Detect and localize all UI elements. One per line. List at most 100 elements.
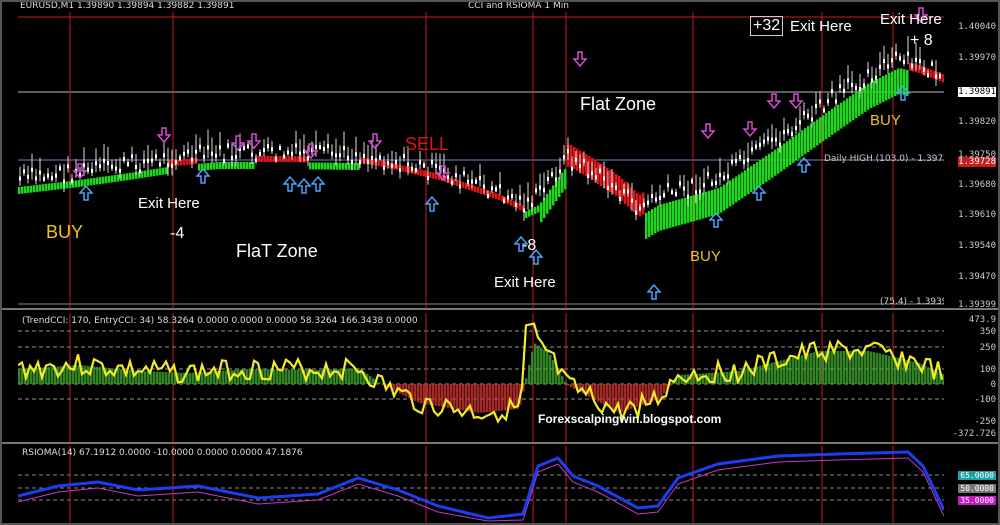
- price-axis[interactable]: 1.40040 1.39970 1.39891 1.39820 1.39750 …: [944, 0, 1000, 310]
- candle-body: [375, 158, 377, 163]
- candle-body: [499, 184, 501, 189]
- ma-bar: [735, 176, 738, 203]
- buy-label-2: BUY: [690, 248, 721, 265]
- ma-bar: [432, 172, 435, 179]
- cci-histogram-bar: [18, 369, 21, 384]
- candle-body: [611, 183, 613, 188]
- ma-bar: [720, 186, 723, 213]
- ma-bar: [21, 186, 24, 194]
- candle-body: [915, 57, 917, 62]
- cci-panel[interactable]: (TrendCCI: 170, EntryCCI: 34) 58.3264 0.…: [18, 313, 944, 442]
- candle-body: [27, 174, 29, 179]
- ma-bar: [453, 179, 456, 185]
- ma-bar: [873, 80, 876, 107]
- ma-bar: [546, 193, 549, 214]
- candle-body: [835, 99, 837, 104]
- ma-bar: [669, 201, 672, 228]
- cci-histogram-bar: [552, 360, 555, 384]
- candle-body: [639, 206, 641, 211]
- ma-bar: [810, 123, 813, 150]
- candle-body: [563, 155, 565, 160]
- price-chart-panel[interactable]: EURUSD,M1 1.39890 1.39894 1.39882 1.3989…: [18, 0, 944, 308]
- candle-body: [655, 197, 657, 202]
- ma-bar: [492, 192, 495, 198]
- ma-bar: [285, 156, 288, 163]
- candle-body: [539, 185, 541, 190]
- candle-body: [471, 179, 473, 184]
- candle-body: [775, 137, 777, 142]
- cci-histogram-bar: [789, 358, 792, 384]
- ma-bar: [267, 156, 270, 162]
- rsioma-panel[interactable]: RSIOMA(14) 67.1912 0.0000 -10.0000 0.000…: [18, 446, 944, 525]
- ma-bar: [930, 69, 933, 78]
- cci-histogram-bar: [768, 363, 771, 384]
- ma-bar: [495, 193, 498, 199]
- candle-body: [319, 145, 321, 150]
- candle-body: [107, 161, 109, 166]
- candle-body: [383, 165, 385, 170]
- candle-body: [551, 172, 553, 177]
- ma-bar: [147, 170, 150, 178]
- cci-histogram-bar: [486, 384, 489, 413]
- candle-body: [523, 208, 525, 213]
- cci-histogram-bar: [837, 351, 840, 384]
- ma-bar: [759, 159, 762, 186]
- cci-axis[interactable]: 473.9 350 250 100 0 -100 -250 -372.726: [944, 313, 1000, 442]
- ma-bar: [417, 169, 420, 176]
- exit-label-2: Exit Here: [494, 274, 556, 291]
- candle-body: [679, 181, 681, 186]
- ma-bar: [111, 175, 114, 183]
- ma-bar: [123, 173, 126, 181]
- candle-body: [163, 153, 165, 158]
- ma-bar: [57, 182, 60, 190]
- ma-bar: [402, 165, 405, 172]
- ma-bar: [312, 162, 315, 170]
- current-price-tag: 1.39891: [958, 87, 996, 97]
- ma-bar: [108, 175, 111, 183]
- ma-bar: [756, 162, 759, 189]
- ma-bar: [807, 125, 810, 152]
- ma-bar: [732, 178, 735, 205]
- cci-histogram-bar: [609, 384, 612, 409]
- panel-separator[interactable]: [0, 308, 1000, 310]
- ma-bar: [795, 134, 798, 161]
- candle-body: [859, 86, 861, 91]
- ma-bar: [474, 186, 477, 192]
- candle-body: [387, 161, 389, 166]
- exit-label-1: Exit Here: [138, 195, 200, 212]
- ma-bar: [102, 176, 105, 184]
- rsioma-axis[interactable]: 65.0000 50.0000 35.0000: [944, 446, 1000, 525]
- candle-body: [115, 166, 117, 171]
- ma-bar: [783, 143, 786, 170]
- cci-histogram-bar: [924, 365, 927, 384]
- candle-body: [591, 171, 593, 176]
- cci-histogram-bar: [141, 371, 144, 384]
- rsioma-level-65: 65.0000: [958, 471, 996, 480]
- price-tick: 1.40040: [958, 22, 996, 32]
- candle-body: [359, 160, 361, 165]
- cci-histogram-bar: [885, 355, 888, 384]
- cci-histogram-bar: [138, 371, 141, 384]
- candle-body: [887, 64, 889, 69]
- ma-bar: [882, 76, 885, 102]
- ma-bar: [75, 180, 78, 188]
- cci-histogram-bar: [153, 371, 156, 384]
- cci-histogram-bar: [567, 384, 570, 386]
- candle-body: [159, 162, 161, 167]
- candle-body: [579, 164, 581, 169]
- ma-bar: [51, 183, 54, 191]
- candle-body: [219, 145, 221, 150]
- exit-label-4: Exit Here: [880, 11, 942, 28]
- ma-bar: [765, 155, 768, 182]
- cci-histogram-bar: [843, 351, 846, 384]
- panel-separator[interactable]: [0, 442, 1000, 444]
- candle-body: [399, 168, 401, 173]
- cci-histogram-bar: [480, 384, 483, 413]
- ma-bar: [792, 136, 795, 163]
- candle-body: [299, 151, 301, 156]
- ma-bar: [723, 184, 726, 211]
- candle-body: [595, 175, 597, 180]
- cci-histogram-bar: [381, 384, 384, 385]
- ma-bar: [684, 197, 687, 224]
- candle-body: [931, 61, 933, 66]
